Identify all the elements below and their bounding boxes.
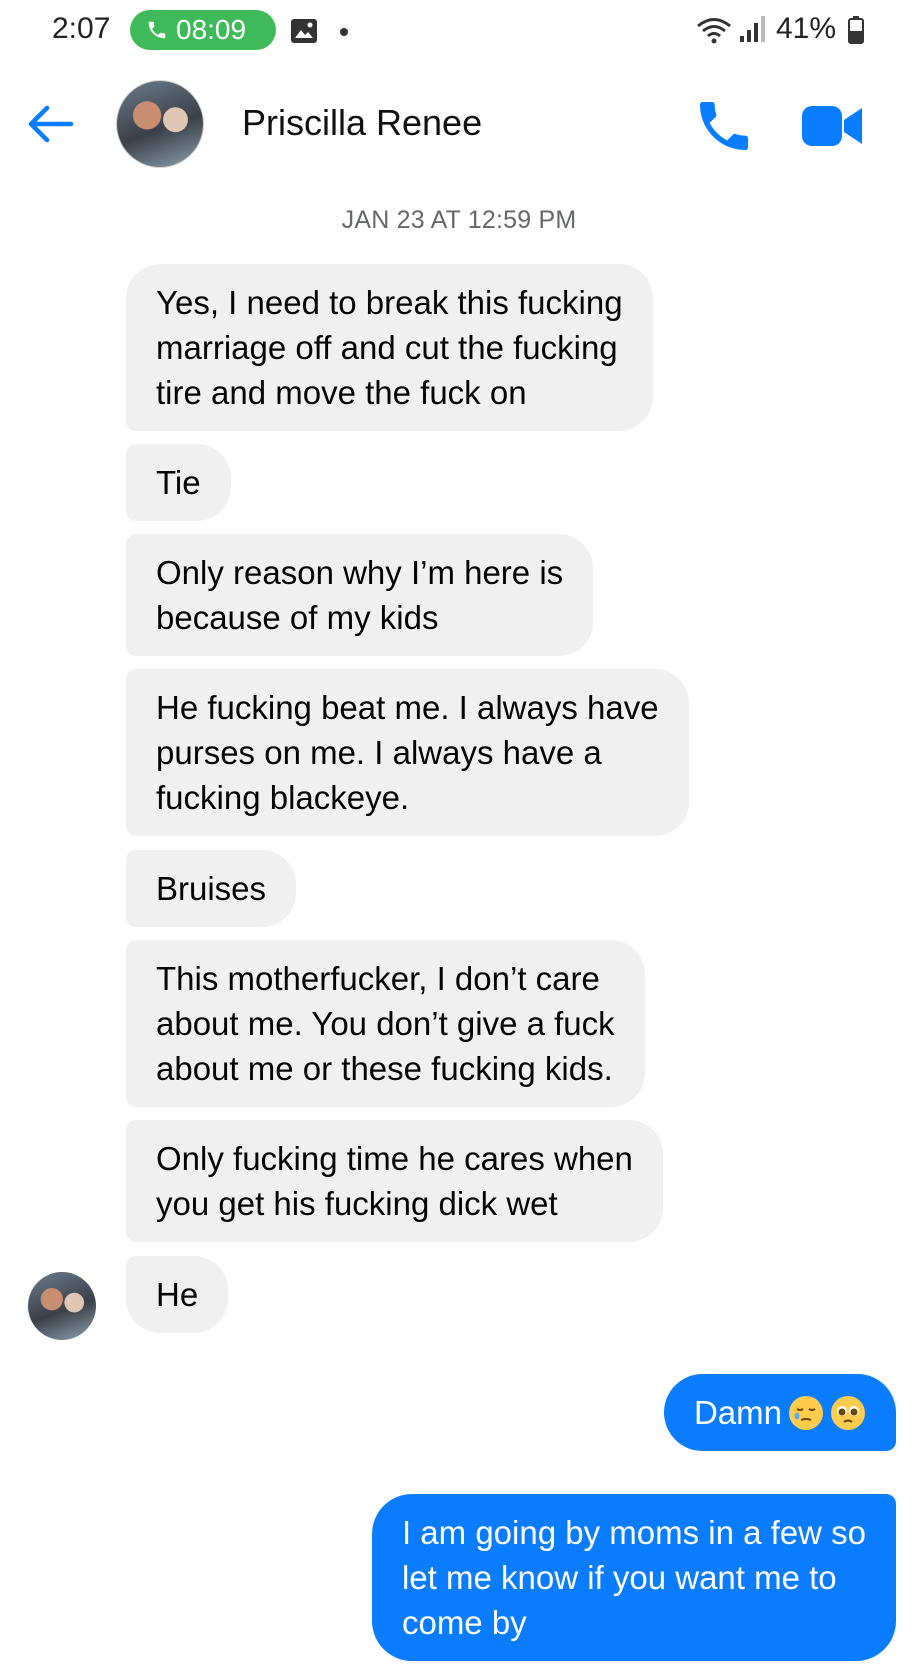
call-duration: 08:09 — [176, 14, 247, 45]
pleading-face-emoji-icon — [831, 1395, 865, 1430]
outgoing-message[interactable]: I am going by moms in a few so let me kn… — [371, 1494, 896, 1661]
incoming-message[interactable]: Only reason why I’m here is because of m… — [126, 534, 594, 656]
ongoing-call-pill[interactable]: 08:09 — [130, 10, 276, 50]
messenger-screen: 2:07 08:09 41% Priscilla Renee JAN 23 AT… — [0, 0, 918, 1675]
back-arrow-icon — [28, 105, 74, 143]
status-bar: 2:07 08:09 41% — [0, 0, 918, 66]
incoming-message[interactable]: Only fucking time he cares when you get … — [126, 1120, 663, 1242]
phone-icon — [148, 21, 166, 39]
incoming-message[interactable]: Tie — [126, 444, 231, 521]
back-button[interactable] — [22, 96, 78, 152]
audio-call-button[interactable] — [692, 94, 756, 158]
contact-name[interactable]: Priscilla Renee — [242, 102, 482, 144]
contact-avatar-small[interactable] — [28, 1272, 96, 1340]
status-time: 2:07 — [52, 12, 111, 45]
conversation-header: Priscilla Renee — [0, 66, 918, 196]
message-timestamp: JAN 23 AT 12:59 PM — [341, 206, 577, 234]
sleepy-face-emoji-icon — [789, 1395, 823, 1430]
contact-avatar[interactable] — [116, 80, 204, 168]
incoming-message[interactable]: He — [126, 1256, 229, 1333]
incoming-message[interactable]: Yes, I need to break this fucking marria… — [126, 264, 653, 431]
video-call-button[interactable] — [800, 100, 864, 152]
signal-icon — [740, 16, 765, 42]
wifi-icon — [697, 18, 731, 44]
gallery-icon — [291, 19, 317, 43]
incoming-message[interactable]: Bruises — [126, 850, 297, 927]
outgoing-message[interactable]: Damn — [663, 1374, 896, 1451]
incoming-message[interactable]: This motherfucker, I don’t care about me… — [126, 940, 645, 1107]
battery-percentage: 41% — [776, 12, 837, 45]
battery-icon — [848, 16, 864, 44]
outgoing-message-text: Damn — [693, 1394, 782, 1431]
incoming-message[interactable]: He fucking beat me. I always have purses… — [126, 669, 689, 836]
notification-dot — [340, 28, 348, 36]
